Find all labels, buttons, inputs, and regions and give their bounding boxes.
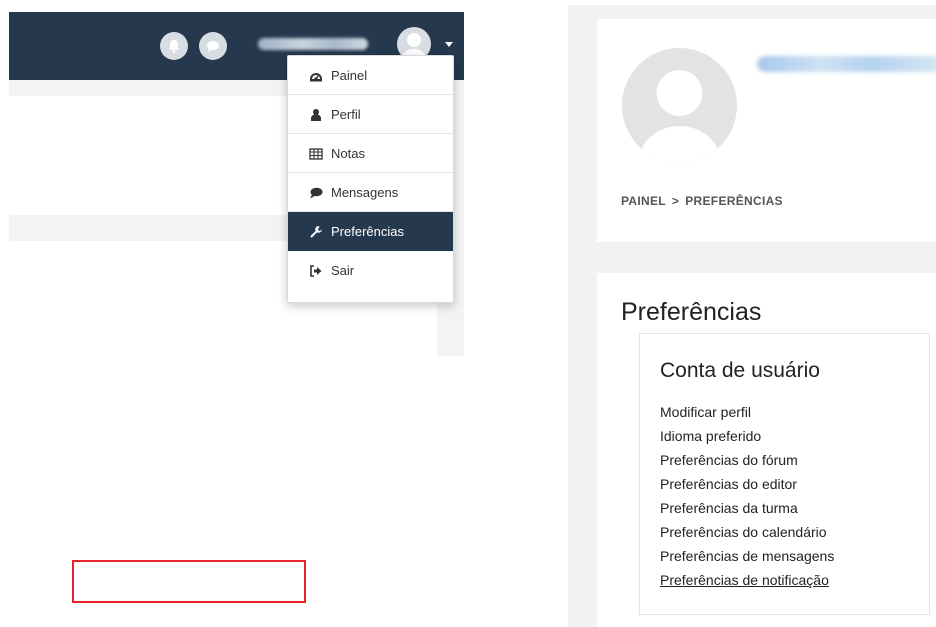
- link-preferencias-mensagens[interactable]: Preferências de mensagens: [660, 544, 834, 568]
- user-icon: [311, 109, 321, 121]
- breadcrumb-item-painel[interactable]: PAINEL: [621, 194, 666, 208]
- breadcrumb-separator: >: [671, 194, 680, 208]
- link-preferencias-calendario[interactable]: Preferências do calendário: [660, 520, 834, 544]
- sign-out-icon: [310, 265, 322, 277]
- speech-bubble-icon: [310, 187, 323, 199]
- profile-name-blurred: [757, 56, 936, 72]
- menu-item-sair[interactable]: Sair: [288, 251, 453, 290]
- profile-avatar-icon[interactable]: [622, 48, 737, 163]
- chevron-down-icon[interactable]: [445, 42, 453, 47]
- user-menu-dropdown: Painel Perfil Notas Mensagens Preferênci…: [287, 55, 454, 303]
- menu-item-painel[interactable]: Painel: [288, 56, 453, 95]
- menu-item-label: Painel: [331, 68, 368, 83]
- menu-item-perfil[interactable]: Perfil: [288, 95, 453, 134]
- site-screenshot-left: Painel Perfil Notas Mensagens Preferênci…: [9, 12, 464, 356]
- link-preferencias-editor[interactable]: Preferências do editor: [660, 472, 834, 496]
- menu-item-notas[interactable]: Notas: [288, 134, 453, 173]
- menu-item-mensagens[interactable]: Mensagens: [288, 173, 453, 212]
- link-modificar-perfil[interactable]: Modificar perfil: [660, 400, 834, 424]
- dashboard-icon: [310, 73, 322, 82]
- notification-bell-icon[interactable]: [160, 32, 188, 60]
- preferences-link-list: Modificar perfil Idioma preferido Prefer…: [660, 400, 834, 592]
- main-content: Preferências Conta de usuário Modificar …: [597, 273, 936, 627]
- menu-item-preferencias[interactable]: Preferências: [288, 212, 453, 251]
- breadcrumb-item-preferencias: PREFERÊNCIAS: [685, 194, 783, 208]
- menu-item-label: Preferências: [331, 224, 404, 239]
- link-idioma-preferido[interactable]: Idioma preferido: [660, 424, 834, 448]
- account-section: Conta de usuário Modificar perfil Idioma…: [639, 333, 930, 615]
- link-preferencias-turma[interactable]: Preferências da turma: [660, 496, 834, 520]
- user-name-blurred[interactable]: [258, 38, 368, 50]
- menu-item-label: Perfil: [331, 107, 361, 122]
- menu-item-label: Notas: [331, 146, 365, 161]
- wrench-icon: [310, 226, 322, 238]
- page-title: Preferências: [621, 298, 762, 326]
- menu-item-label: Mensagens: [331, 185, 399, 200]
- link-preferencias-forum[interactable]: Preferências do fórum: [660, 448, 834, 472]
- breadcrumb: PAINEL > PREFERÊNCIAS: [621, 194, 783, 208]
- table-icon: [309, 148, 323, 160]
- site-screenshot-right: PAINEL > PREFERÊNCIAS Preferências Conta d…: [568, 5, 936, 627]
- highlight-box: [72, 560, 306, 603]
- link-preferencias-notificacao[interactable]: Preferências de notificação: [660, 568, 834, 592]
- section-title: Conta de usuário: [660, 359, 820, 382]
- menu-item-label: Sair: [331, 263, 355, 278]
- messages-bubble-icon[interactable]: [199, 32, 227, 60]
- page-header: PAINEL > PREFERÊNCIAS: [597, 19, 936, 242]
